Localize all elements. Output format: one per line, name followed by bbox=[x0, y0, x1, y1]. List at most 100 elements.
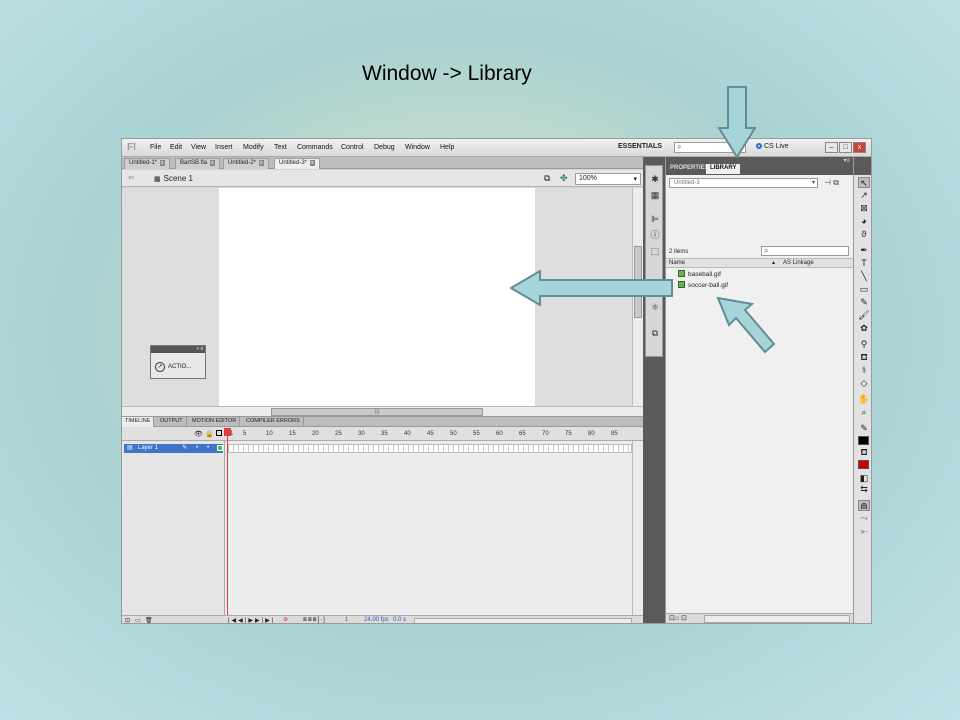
new-folder-icon[interactable]: ▭ bbox=[135, 617, 141, 623]
close-button[interactable]: x bbox=[853, 142, 866, 153]
paint-bucket-tool-icon[interactable]: ⛾ bbox=[858, 352, 870, 363]
tab-motion-editor[interactable]: MOTION EDITOR bbox=[189, 417, 241, 427]
menu-control[interactable]: Control bbox=[341, 144, 364, 151]
rectangle-tool-icon[interactable]: ▭ bbox=[858, 284, 870, 295]
library-document-select[interactable]: Untitled-3 ▾ bbox=[669, 178, 818, 188]
deco-tool-icon[interactable]: ✿ bbox=[858, 323, 870, 334]
brush-tool-icon[interactable]: 🖌 bbox=[858, 310, 870, 321]
library-pin-icons[interactable]: ⊣ ⧉ bbox=[824, 178, 839, 188]
tab-output[interactable]: OUTPUT bbox=[157, 417, 187, 427]
pen-tool-icon[interactable]: ✒ bbox=[858, 245, 870, 256]
fill-color-icon[interactable]: ⛾ bbox=[858, 447, 870, 458]
menu-file[interactable]: File bbox=[150, 144, 161, 151]
lasso-tool-icon[interactable]: ϑ bbox=[858, 229, 870, 240]
column-name[interactable]: Name bbox=[669, 259, 685, 267]
smooth-icon[interactable]: ⤳ bbox=[858, 513, 870, 524]
scene-label[interactable]: ▦ Scene 1 bbox=[154, 174, 193, 183]
tab-timeline[interactable]: TIMELINE bbox=[122, 417, 155, 427]
color-panel-icon[interactable]: ✱ bbox=[650, 174, 660, 184]
menu-insert[interactable]: Insert bbox=[215, 144, 233, 151]
doc-tab-untitled-2[interactable]: Untitled-2* x bbox=[223, 158, 269, 169]
stroke-color-icon[interactable]: ✎ bbox=[858, 423, 870, 434]
swap-colors-icon[interactable]: ⇆ bbox=[858, 484, 870, 495]
edit-symbols-icon[interactable]: ✤ bbox=[560, 173, 568, 184]
panel-menu-icon[interactable]: ▾≡ bbox=[843, 157, 850, 164]
hand-tool-icon[interactable]: ✋ bbox=[858, 394, 870, 405]
snap-to-objects-icon[interactable]: ⋒ bbox=[858, 500, 870, 511]
close-icon[interactable]: x bbox=[310, 160, 315, 166]
selection-tool-icon[interactable]: ↖ bbox=[858, 177, 870, 188]
library-item[interactable]: baseball.gif bbox=[669, 270, 849, 280]
frame-ruler[interactable]: 👁 🔒 1 5 10 15 20 25 30 35 40 45 50 55 60… bbox=[122, 427, 643, 441]
fill-color-swatch[interactable] bbox=[858, 460, 869, 469]
frame-rate[interactable]: 24.00 fps bbox=[364, 617, 389, 623]
doc-tab-untitled-1[interactable]: Untitled-1* x bbox=[124, 158, 170, 169]
library-horizontal-scrollbar[interactable] bbox=[704, 615, 850, 623]
edit-scene-icon[interactable]: ⧉ bbox=[544, 173, 550, 184]
text-tool-icon[interactable]: T bbox=[858, 258, 870, 269]
menu-help[interactable]: Help bbox=[440, 144, 454, 151]
zoom-select[interactable]: 100% ▾ bbox=[575, 173, 641, 185]
close-icon[interactable]: x bbox=[160, 160, 165, 166]
column-linkage[interactable]: AS Linkage bbox=[783, 259, 814, 267]
lock-icon[interactable]: 🔒 bbox=[205, 430, 214, 438]
layer-row[interactable]: ▤ Layer 1 ✎ • • bbox=[124, 444, 223, 453]
history-icon[interactable]: ⧉ bbox=[650, 328, 660, 338]
sort-icon[interactable]: ▴ bbox=[772, 259, 775, 267]
new-symbol-icon[interactable]: ⊡⌂ ⊡ bbox=[669, 615, 687, 622]
eraser-tool-icon[interactable]: ◇ bbox=[858, 378, 870, 389]
layer-outline-swatch[interactable] bbox=[217, 445, 223, 451]
eyedropper-tool-icon[interactable]: ⚕ bbox=[858, 365, 870, 376]
menu-debug[interactable]: Debug bbox=[374, 144, 395, 151]
info-icon[interactable]: ⓘ bbox=[650, 230, 660, 240]
3d-rotation-tool-icon[interactable]: ◕ bbox=[858, 216, 870, 227]
cs-live-button[interactable]: CS Live bbox=[756, 143, 789, 150]
pencil-tool-icon[interactable]: ✎ bbox=[858, 297, 870, 308]
bone-tool-icon[interactable]: ⚲ bbox=[858, 339, 870, 350]
swatches-icon[interactable]: ▦ bbox=[650, 190, 660, 200]
menu-window[interactable]: Window bbox=[405, 144, 430, 151]
workspace-switcher[interactable]: ESSENTIALS bbox=[618, 143, 662, 150]
tab-compiler-errors[interactable]: COMPILER ERRORS bbox=[243, 417, 304, 427]
close-icon[interactable]: x bbox=[259, 160, 264, 166]
layer-lock-dot[interactable]: • bbox=[207, 444, 209, 453]
new-layer-icon[interactable]: ⊡ bbox=[125, 617, 130, 623]
straighten-icon[interactable]: ⤜ bbox=[858, 526, 870, 537]
subselection-tool-icon[interactable]: ↗ bbox=[858, 190, 870, 201]
menu-text[interactable]: Text bbox=[274, 144, 287, 151]
free-transform-tool-icon[interactable]: ⊠ bbox=[858, 203, 870, 214]
onion-skin-icons[interactable]: ⧈⧈⧈[·] bbox=[303, 617, 326, 623]
stage-canvas[interactable] bbox=[219, 188, 535, 406]
actions-panel-collapsed[interactable]: » x ↗ ACTIO... bbox=[150, 345, 206, 379]
delete-layer-icon[interactable]: 🗑 bbox=[145, 617, 153, 623]
timeline-horizontal-scrollbar[interactable] bbox=[414, 618, 632, 623]
align-icon[interactable]: ⊫ bbox=[650, 214, 660, 224]
back-arrow-icon[interactable]: ⇐ bbox=[128, 173, 135, 182]
minimize-button[interactable]: – bbox=[825, 142, 838, 153]
timeline-vertical-scrollbar[interactable] bbox=[632, 441, 642, 615]
zoom-tool-icon[interactable]: ⌕ bbox=[858, 407, 870, 418]
library-search-input[interactable]: ⌕ bbox=[761, 246, 849, 256]
actions-panel-header[interactable]: » x bbox=[151, 346, 205, 353]
playback-controls[interactable]: |◀◀|▶▶|▶| bbox=[228, 617, 275, 623]
default-colors-icon[interactable]: ◧ bbox=[858, 473, 870, 484]
menu-commands[interactable]: Commands bbox=[297, 144, 333, 151]
close-icon[interactable]: x bbox=[210, 160, 215, 166]
doc-tab-bartsb[interactable]: BartSB.fla x bbox=[175, 158, 220, 169]
layer-frames[interactable] bbox=[228, 444, 632, 453]
tab-library[interactable]: LIBRARY bbox=[706, 164, 741, 174]
center-frame-icon[interactable]: ⊕ bbox=[283, 616, 288, 623]
menu-view[interactable]: View bbox=[191, 144, 206, 151]
menu-edit[interactable]: Edit bbox=[170, 144, 182, 151]
layer-visible-dot[interactable]: • bbox=[196, 444, 198, 453]
doc-tab-untitled-3[interactable]: Untitled-3* x bbox=[274, 158, 320, 169]
stroke-color-swatch[interactable] bbox=[858, 436, 869, 445]
transform-icon[interactable]: ⬚ bbox=[650, 246, 660, 256]
scroll-thumb[interactable]: ||| bbox=[271, 408, 483, 416]
library-item[interactable]: soccer-ball.gif bbox=[669, 281, 849, 291]
eye-icon[interactable]: 👁 bbox=[194, 430, 203, 438]
maximize-button[interactable]: □ bbox=[839, 142, 852, 153]
stage-horizontal-scrollbar[interactable]: ||| bbox=[122, 406, 643, 416]
outline-icon[interactable] bbox=[216, 430, 222, 436]
line-tool-icon[interactable]: ╲ bbox=[858, 271, 870, 282]
